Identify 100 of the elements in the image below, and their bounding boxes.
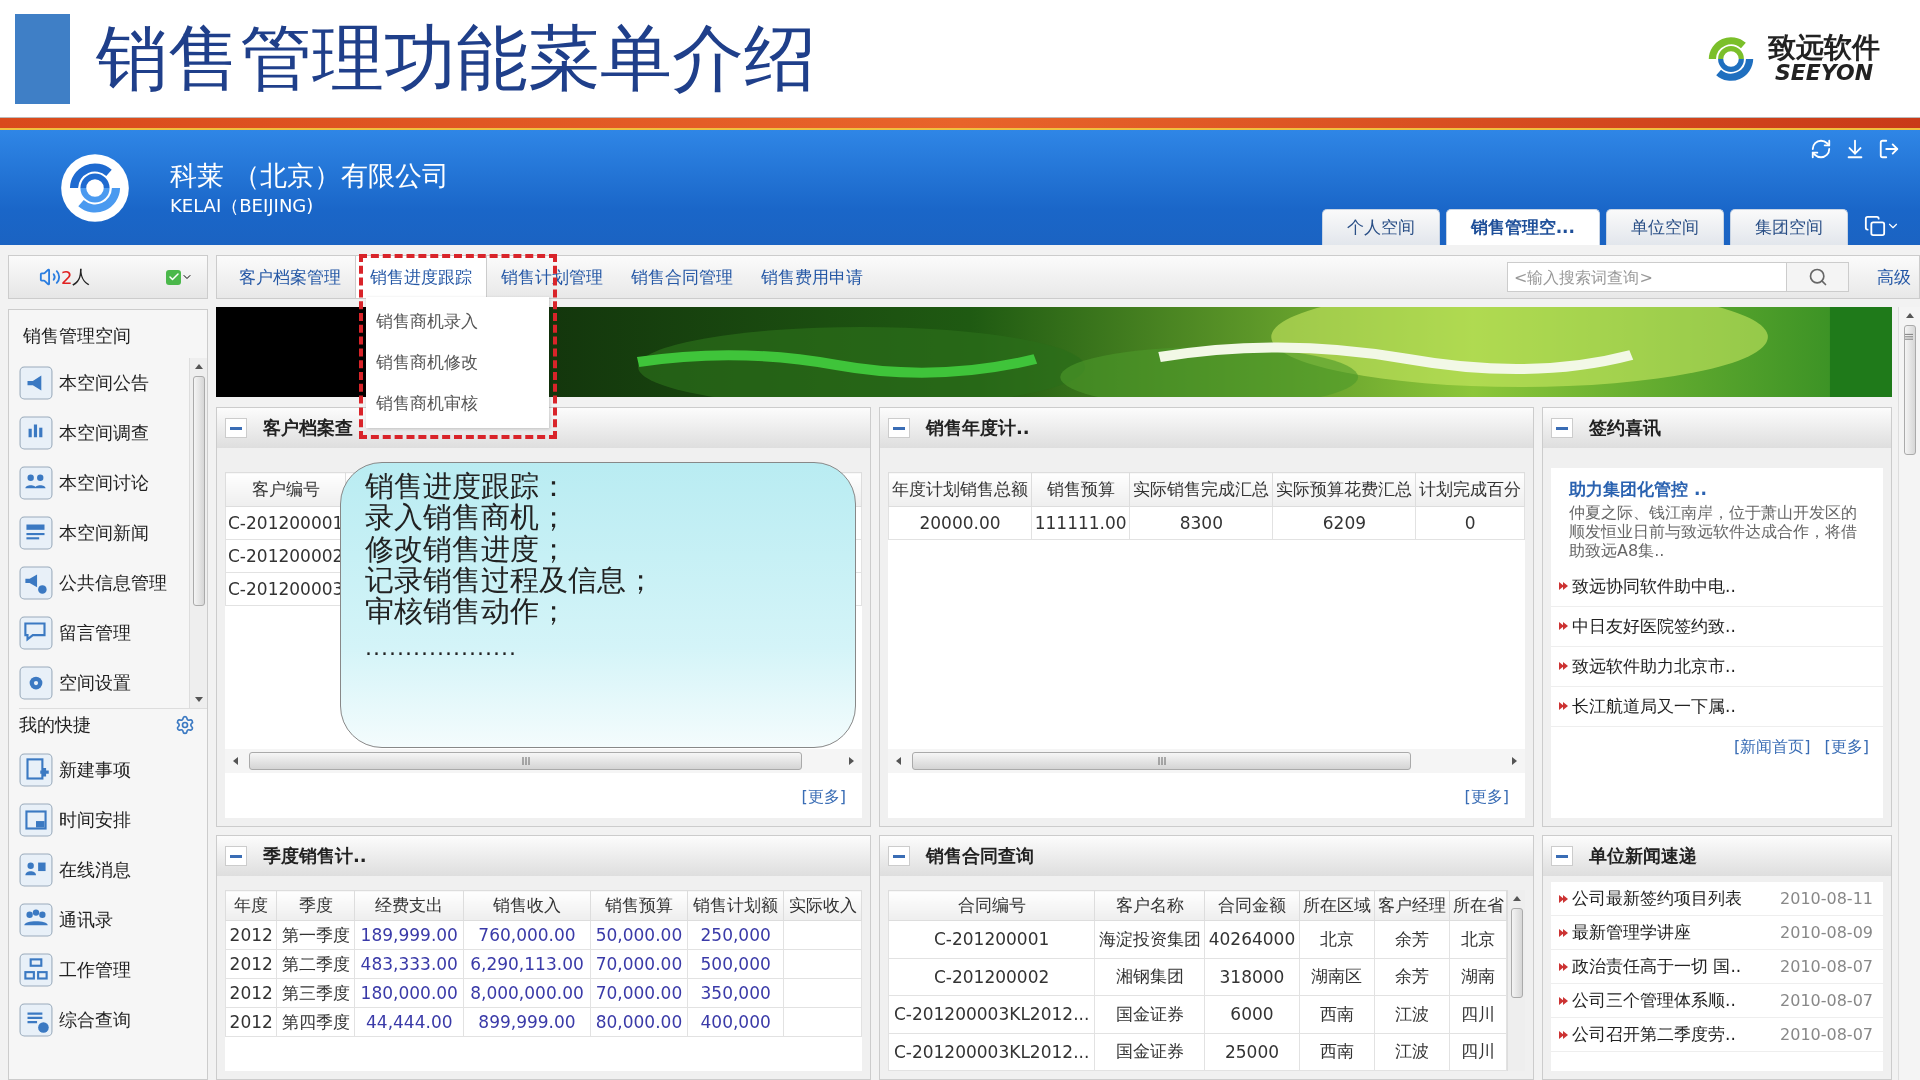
news-date: 2010-08-07 xyxy=(1780,991,1873,1010)
menu-item[interactable]: 销售合同管理 xyxy=(617,256,747,298)
sidebar-item[interactable]: 留言管理 xyxy=(19,608,189,658)
table-cell: 北京 xyxy=(1299,920,1375,958)
column-header: 客户编号 xyxy=(225,472,346,507)
space-tab[interactable]: 单位空间 xyxy=(1606,209,1724,245)
sidebar-item[interactable]: 公共信息管理 xyxy=(19,558,189,608)
arrow-bullet-icon xyxy=(1559,927,1568,938)
window-menu-icon[interactable] xyxy=(1864,215,1900,237)
more-link[interactable]: [更多] xyxy=(1448,773,1525,818)
news-date: 2010-08-07 xyxy=(1780,957,1873,976)
horizontal-scrollbar[interactable] xyxy=(888,749,1525,773)
search-button[interactable] xyxy=(1787,262,1849,292)
arrow-bullet-icon xyxy=(1559,995,1568,1006)
table-cell: 180,000.00 xyxy=(354,978,464,1008)
scroll-arrow-icon[interactable] xyxy=(1509,756,1519,766)
space-tab[interactable]: 个人空间 xyxy=(1321,209,1440,245)
dropdown-item[interactable]: 销售商机录入 xyxy=(366,301,549,342)
column-header: 客户经理 xyxy=(1374,890,1450,921)
shortcut-item[interactable]: 通讯录 xyxy=(19,895,207,945)
table-cell: 250,000 xyxy=(687,920,784,950)
news-item[interactable]: 公司召开第二季度劳.. 2010-08-07 xyxy=(1551,1018,1883,1052)
shortcut-item[interactable]: 时间安排 xyxy=(19,795,207,845)
bar-chart-icon xyxy=(19,416,53,450)
online-status[interactable]: 2人 xyxy=(8,255,208,299)
news-item[interactable]: 致远协同软件助中电.. xyxy=(1551,566,1883,607)
minus-icon xyxy=(893,854,905,858)
logout-icon[interactable] xyxy=(1878,138,1900,160)
collapse-button[interactable] xyxy=(888,418,910,438)
news-item[interactable]: 中日友好医院签约致.. xyxy=(1551,606,1883,647)
scroll-arrow-icon[interactable] xyxy=(193,694,204,704)
news-item[interactable]: 政治责任高于一切 国.. 2010-08-07 xyxy=(1551,950,1883,984)
panel-title: 客户档案查 xyxy=(263,416,353,440)
collapse-button[interactable] xyxy=(1551,846,1573,866)
arrow-bullet-icon xyxy=(1559,961,1568,972)
news-item[interactable]: 公司最新签约项目列表 2010-08-11 xyxy=(1551,882,1883,916)
shortcut-item[interactable]: 新建事项 xyxy=(19,745,207,795)
dropdown-item[interactable]: 销售商机审核 xyxy=(366,383,549,424)
column-header: 合同金额 xyxy=(1204,890,1300,921)
news-item[interactable]: 最新管理学讲座 2010-08-09 xyxy=(1551,916,1883,950)
table-cell: 2012 xyxy=(225,1007,277,1037)
news-item[interactable]: 长江航道局又一下属.. xyxy=(1551,686,1883,727)
refresh-icon[interactable] xyxy=(1810,138,1832,160)
table-cell: 500,000 xyxy=(687,949,784,979)
scroll-grip-icon xyxy=(520,757,531,765)
table-cell: C-201200001 xyxy=(888,920,1095,958)
horizontal-scrollbar[interactable] xyxy=(225,749,862,773)
table-cell: 483,333.00 xyxy=(354,949,464,979)
advanced-search-link[interactable]: 高级 xyxy=(1877,265,1911,289)
panel-title: 单位新闻速递 xyxy=(1589,844,1697,868)
scroll-arrow-icon[interactable] xyxy=(846,756,856,766)
dropdown-item[interactable]: 销售商机修改 xyxy=(366,342,549,383)
table-cell: 20000.00 xyxy=(888,506,1032,540)
news-link[interactable]: [新闻首页] xyxy=(1734,736,1811,758)
more-link[interactable]: [更多] xyxy=(785,773,862,818)
collapse-button[interactable] xyxy=(225,846,247,866)
arrow-bullet-icon xyxy=(1559,621,1568,632)
featured-news-text: 仲夏之际、钱江南岸，位于萧山开发区的顺发恒业日前与致远软件达成合作，将借助致远A8集.. xyxy=(1569,503,1858,561)
collapse-button[interactable] xyxy=(888,846,910,866)
minus-icon xyxy=(1556,854,1568,858)
collapse-button[interactable] xyxy=(1551,418,1573,438)
sidebar-item[interactable]: 本空间新闻 xyxy=(19,508,189,558)
sidebar-item[interactable]: 本空间公告 xyxy=(19,358,189,408)
news-item[interactable]: 致远软件助力北京市.. xyxy=(1551,646,1883,687)
collapse-button[interactable] xyxy=(225,418,247,438)
scroll-arrow-icon[interactable] xyxy=(894,756,904,766)
scroll-arrow-icon[interactable] xyxy=(1904,311,1915,321)
column-header: 实际收入 xyxy=(783,890,862,921)
sidebar-item[interactable]: 空间设置 xyxy=(19,658,189,708)
news-link[interactable]: [更多] xyxy=(1824,736,1869,758)
vertical-scrollbar[interactable] xyxy=(189,358,207,708)
table-cell: 25000 xyxy=(1204,1033,1300,1071)
news-item[interactable]: 公司三个管理体系顺.. 2010-08-07 xyxy=(1551,984,1883,1018)
menu-item[interactable]: 销售进度跟踪 xyxy=(355,256,487,298)
speech-bubble-icon xyxy=(19,616,53,650)
scroll-arrow-icon[interactable] xyxy=(231,756,241,766)
table-cell: 189,999.00 xyxy=(354,920,464,950)
callout-ellipsis: ................... xyxy=(365,635,518,660)
menu-item[interactable]: 客户档案管理 xyxy=(225,256,355,298)
sidebar-item[interactable]: 本空间调查 xyxy=(19,408,189,458)
column-header: 年度计划销售总额 xyxy=(888,472,1032,507)
shortcut-item[interactable]: 综合查询 xyxy=(19,995,207,1045)
table-cell: 西南 xyxy=(1299,995,1375,1033)
table-cell: 111111.00 xyxy=(1031,506,1130,540)
panel-title: 季度销售计.. xyxy=(263,844,367,868)
shortcut-item[interactable]: 在线消息 xyxy=(19,845,207,895)
space-tab[interactable]: 销售管理空... xyxy=(1445,209,1600,245)
status-check-icon[interactable] xyxy=(166,269,193,285)
scroll-arrow-icon[interactable] xyxy=(1511,894,1522,904)
sidebar-item[interactable]: 本空间讨论 xyxy=(19,458,189,508)
slide-title: 销售管理功能菜单介绍 xyxy=(96,14,817,102)
table-cell: 44,444.00 xyxy=(354,1007,464,1037)
space-tab[interactable]: 集团空间 xyxy=(1730,209,1848,245)
menu-item[interactable]: 销售费用申请 xyxy=(747,256,877,298)
brand-name: 致远软件 xyxy=(1768,33,1880,62)
featured-news-title[interactable]: 助力集团化管控 .. xyxy=(1569,478,1869,501)
search-field[interactable]: <输入搜索词查询> xyxy=(1507,262,1787,292)
scroll-arrow-icon[interactable] xyxy=(193,362,204,372)
shortcut-item[interactable]: 工作管理 xyxy=(19,945,207,995)
table-cell: 8,000,000.00 xyxy=(463,978,591,1008)
